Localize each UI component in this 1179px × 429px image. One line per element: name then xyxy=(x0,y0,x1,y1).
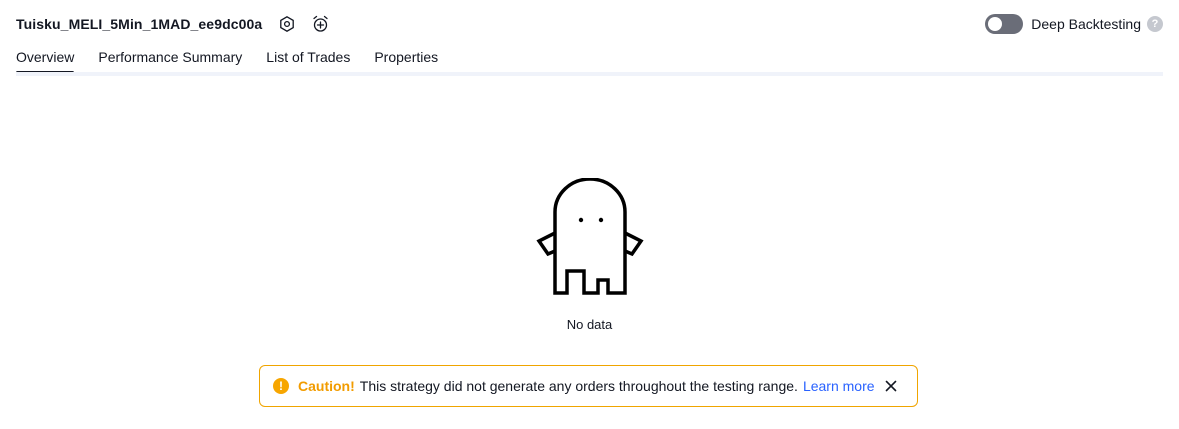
caution-title: Caution! xyxy=(298,378,355,394)
tab-performance-summary[interactable]: Performance Summary xyxy=(98,44,242,74)
learn-more-link[interactable]: Learn more xyxy=(803,378,875,394)
deep-backtesting-toggle[interactable] xyxy=(985,14,1024,34)
warning-icon: ! xyxy=(273,378,289,394)
tab-bar: Overview Performance Summary List of Tra… xyxy=(16,44,462,74)
strategy-tester-panel: Tuisku_MELI_5Min_1MAD_ee9dc00a Deep Back… xyxy=(0,0,1179,429)
toggle-knob xyxy=(988,17,1003,31)
empty-state: No data xyxy=(0,178,1179,332)
panel-header: Tuisku_MELI_5Min_1MAD_ee9dc00a Deep Back… xyxy=(16,10,1163,38)
settings-icon[interactable] xyxy=(275,12,299,36)
add-alert-icon[interactable] xyxy=(309,12,333,36)
tab-properties[interactable]: Properties xyxy=(374,44,438,74)
strategy-title: Tuisku_MELI_5Min_1MAD_ee9dc00a xyxy=(16,16,263,32)
deep-backtesting-control: Deep Backtesting ? xyxy=(985,10,1163,38)
caution-banner: ! Caution! This strategy did not generat… xyxy=(259,365,918,407)
close-icon[interactable] xyxy=(883,378,899,394)
tabs-divider xyxy=(16,72,1163,76)
tab-overview[interactable]: Overview xyxy=(16,44,75,74)
ghost-icon xyxy=(535,178,644,295)
help-icon[interactable]: ? xyxy=(1147,16,1163,32)
tab-list-of-trades[interactable]: List of Trades xyxy=(266,44,350,74)
caution-message: This strategy did not generate any order… xyxy=(359,378,798,394)
deep-backtesting-label: Deep Backtesting xyxy=(1031,16,1141,32)
no-data-message: No data xyxy=(566,317,613,332)
